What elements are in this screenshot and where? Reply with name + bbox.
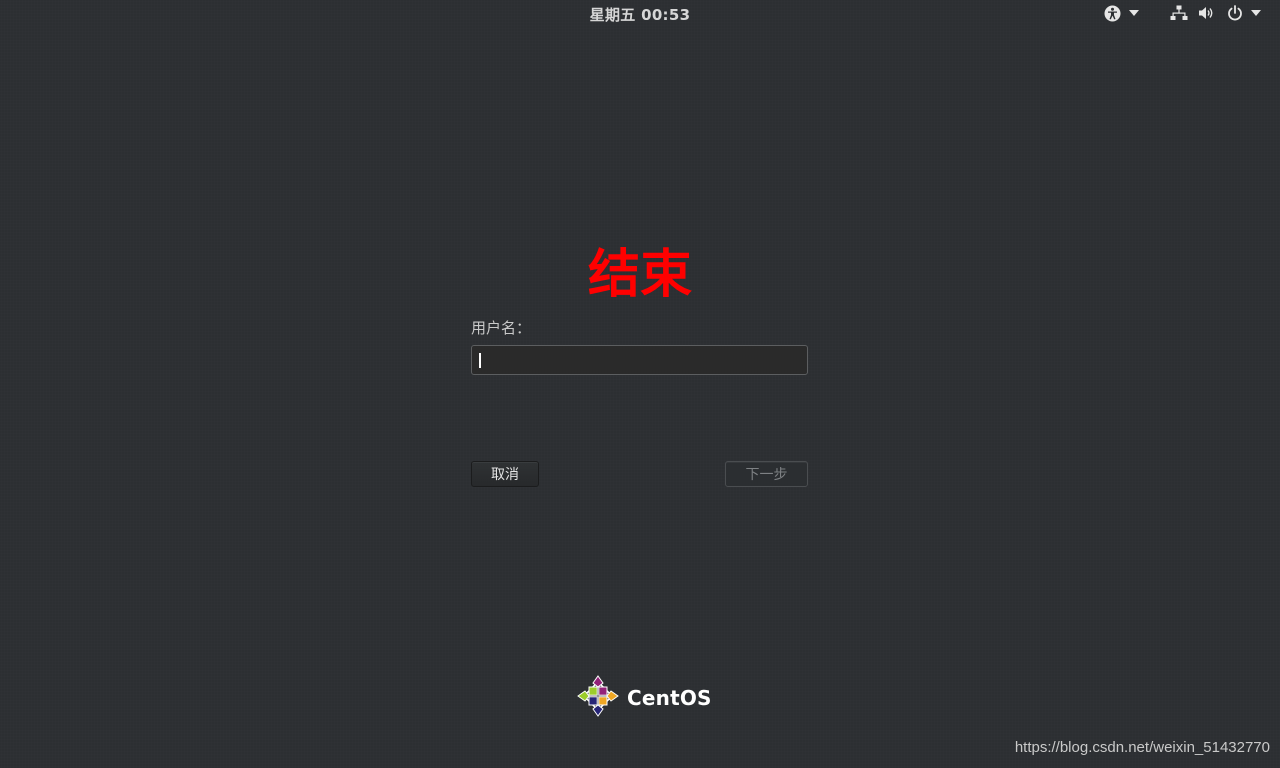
accessibility-icon [1104,5,1121,22]
volume-icon [1198,5,1215,21]
power-icon [1227,5,1243,21]
page-heading: 结束 [587,245,692,305]
login-screen: 星期五 00:53 结束 用户名： 取消 下一步 CentOS https://… [0,0,1280,768]
cancel-button[interactable]: 取消 [471,461,539,487]
username-field[interactable] [471,345,808,375]
chevron-down-icon [1129,10,1139,16]
username-label: 用户名： [471,319,532,337]
clock[interactable]: 星期五 00:53 [0,4,1280,25]
logo-text: CentOS [627,686,712,710]
centos-logo: CentOS [576,674,712,722]
accessibility-menu[interactable] [1104,4,1139,22]
network-icon [1170,5,1188,21]
top-bar: 星期五 00:53 [0,0,1280,26]
chevron-down-icon [1251,10,1261,16]
username-input[interactable] [472,346,807,374]
text-cursor [479,353,481,368]
watermark-url: https://blog.csdn.net/weixin_51432770 [1014,739,1270,756]
centos-logo-icon [576,674,620,722]
system-menu[interactable] [1170,4,1261,22]
next-button[interactable]: 下一步 [725,461,808,487]
